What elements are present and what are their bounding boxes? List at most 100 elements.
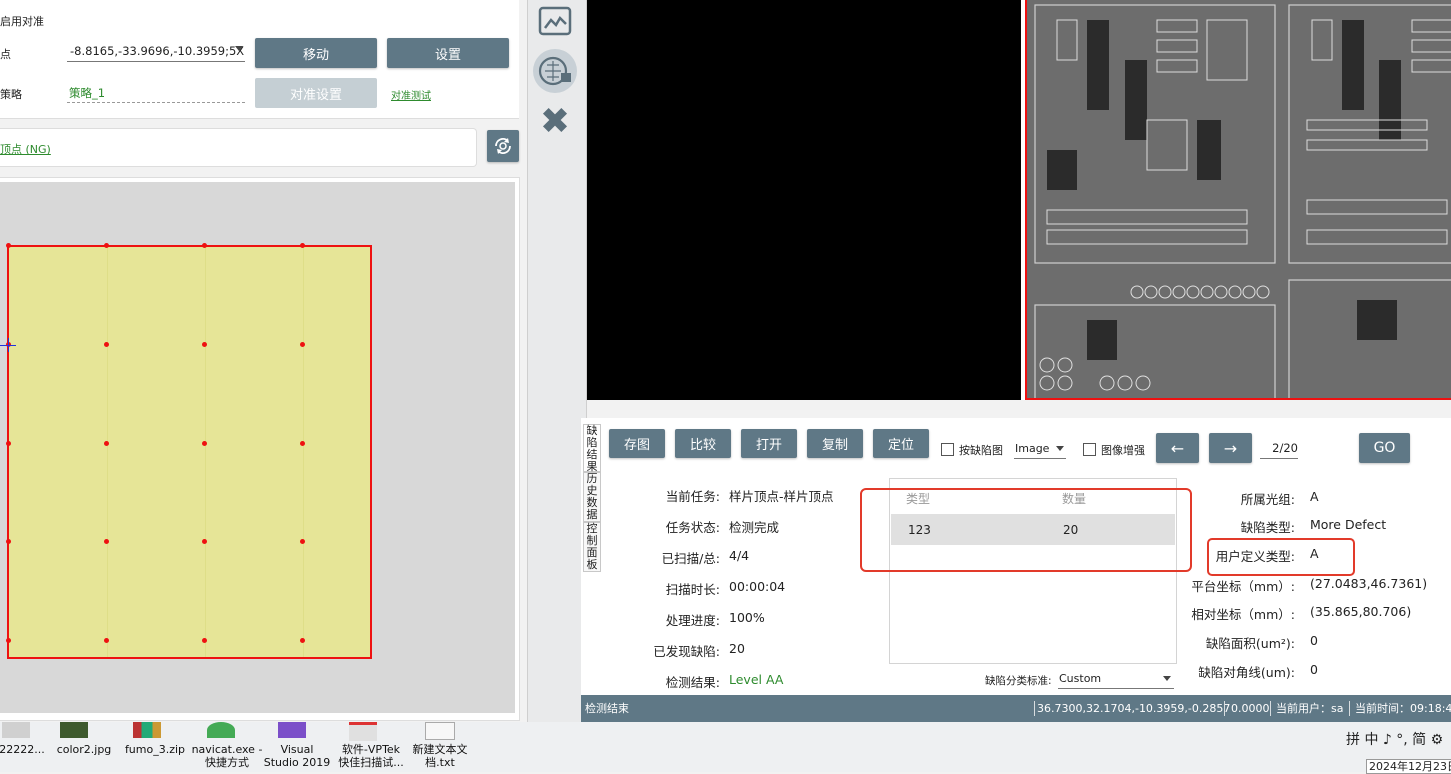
desktop-item-name: 22222... [0, 743, 45, 756]
desktop-item-label[interactable]: navicat.exe - 快捷方式 [190, 743, 264, 769]
desktop-item-label[interactable]: 新建文本文 档.txt [408, 743, 472, 769]
desktop-item-name: navicat.exe - [191, 743, 263, 756]
image-select-value: Image [1015, 442, 1050, 455]
scan-point [299, 440, 305, 446]
chevron-down-icon [1056, 446, 1064, 451]
refresh-gear-icon [495, 138, 511, 154]
scan-point [5, 242, 11, 248]
scan-point [201, 341, 207, 347]
go-button[interactable]: GO [1359, 433, 1410, 463]
area-label: 缺陷面积(um²): [1205, 636, 1295, 651]
task-status-value: 检测完成 [729, 520, 780, 535]
wafer-die-area[interactable] [7, 245, 372, 659]
desktop-item-label[interactable]: Visual Studio 2019 [262, 743, 332, 769]
progress-label: 处理进度: [665, 613, 720, 628]
by-defect-checkbox[interactable] [941, 443, 954, 456]
status-user: 当前用户：sa [1276, 702, 1344, 715]
alignment-panel: 启用对准 点 -8.8165,-33.9696,-10.3959;5X 移动 设… [0, 0, 519, 119]
app-shortcut-icon[interactable] [349, 722, 377, 741]
image-chart-icon[interactable] [538, 5, 572, 39]
refresh-settings-button[interactable] [487, 130, 519, 162]
result-label: 检测结果: [665, 675, 720, 690]
navicat-shortcut-icon[interactable] [207, 722, 235, 738]
scan-point [299, 538, 305, 544]
defect-type-value: More Defect [1310, 517, 1387, 532]
file-icon[interactable] [2, 722, 30, 738]
desktop-item-label[interactable]: fumo_3.zip [122, 743, 188, 756]
scan-point [201, 242, 207, 248]
copy-button[interactable]: 复制 [807, 429, 863, 458]
point-label: 点 [0, 48, 11, 61]
ime-indicator[interactable]: 拼 中 ♪ °, 简 ⚙ [1346, 729, 1443, 749]
status-bar: 检测结束 36.7300,32.1704,-10.3959,-0.2857 0.… [581, 695, 1451, 722]
classify-select[interactable]: Custom [1058, 669, 1174, 689]
page-input[interactable]: 2/20 [1260, 438, 1298, 459]
vertex-bar: 顶点 (NG) [0, 128, 477, 167]
diagonal-value: 0 [1310, 662, 1318, 677]
ruler-tools-icon[interactable] [538, 103, 572, 137]
text-file-icon[interactable] [425, 722, 455, 740]
tab-defect-results[interactable]: 缺陷结果 [583, 424, 601, 473]
save-image-button[interactable]: 存图 [609, 429, 665, 458]
prev-button[interactable]: ← [1156, 433, 1199, 463]
align-test-link[interactable]: 对准测试 [391, 87, 431, 102]
grid-line [205, 247, 206, 657]
progress-value: 100% [729, 610, 765, 625]
scan-point [5, 440, 11, 446]
chevron-down-icon [235, 46, 243, 51]
scan-point [103, 242, 109, 248]
zip-archive-icon[interactable] [133, 722, 161, 738]
table-highlight-box [860, 488, 1192, 572]
scan-point [201, 637, 207, 643]
arrow-left-icon: ← [1170, 438, 1185, 458]
by-defect-label: 按缺陷图 [959, 444, 1003, 457]
scan-point [5, 538, 11, 544]
strategy-field[interactable]: 策略_1 [67, 82, 245, 103]
image-file-icon[interactable] [60, 722, 88, 738]
scan-time-label: 扫描时长: [665, 582, 720, 597]
move-button[interactable]: 移动 [255, 38, 377, 68]
scan-point [103, 440, 109, 446]
status-value: 0.0000 [1231, 702, 1270, 715]
next-button[interactable]: → [1209, 433, 1252, 463]
scan-point [5, 637, 11, 643]
align-settings-button[interactable]: 对准设置 [255, 78, 377, 108]
settings-button[interactable]: 设置 [387, 38, 509, 68]
found-defects-value: 20 [729, 641, 745, 656]
compare-button[interactable]: 比较 [675, 429, 731, 458]
point-select[interactable]: -8.8165,-33.9696,-10.3959;5X [67, 40, 245, 62]
scan-point [299, 341, 305, 347]
scanned-label: 已扫描/总: [661, 551, 720, 566]
desktop-item-name: fumo_3.zip [124, 743, 186, 756]
visual-studio-icon[interactable] [278, 722, 306, 738]
scan-point [201, 440, 207, 446]
desktop-item-name-line2: 档.txt [425, 756, 455, 769]
desktop-item-label[interactable]: color2.jpg [52, 743, 116, 756]
classify-label: 缺陷分类标准: [985, 675, 1052, 687]
crosshair-marker [0, 338, 16, 352]
scan-point [103, 341, 109, 347]
wafer-map-icon[interactable] [533, 49, 577, 93]
optical-group-label: 所属光组: [1240, 492, 1295, 507]
locate-button[interactable]: 定位 [873, 429, 929, 458]
current-task-label: 当前任务: [665, 489, 720, 504]
status-separator [1270, 701, 1271, 716]
desktop-item-label[interactable]: 软件-VPTek 快佳扫描试... [334, 743, 408, 769]
status-message: 检测结束 [585, 702, 629, 715]
open-button[interactable]: 打开 [741, 429, 797, 458]
area-value: 0 [1310, 633, 1318, 648]
scan-point [201, 538, 207, 544]
image-enhance-checkbox[interactable] [1083, 443, 1096, 456]
defect-image-view[interactable] [1025, 0, 1451, 400]
desktop-item-label[interactable]: 22222... [0, 743, 46, 756]
rel-coord-value: (35.865,80.706) [1310, 604, 1412, 619]
image-select[interactable]: Image [1014, 439, 1066, 459]
diagonal-label: 缺陷对角线(um): [1198, 665, 1295, 680]
desktop-item-name-line2: 快佳扫描试... [338, 756, 404, 769]
user-type-highlight-box [1207, 538, 1355, 576]
tab-history-data[interactable]: 历史数据 [583, 472, 601, 522]
vertex-link[interactable]: 顶点 (NG) [0, 141, 51, 157]
current-task-value: 样片顶点-样片顶点 [729, 489, 834, 504]
live-camera-view[interactable] [587, 0, 1021, 400]
tab-control-panel[interactable]: 控制面板 [583, 522, 601, 572]
